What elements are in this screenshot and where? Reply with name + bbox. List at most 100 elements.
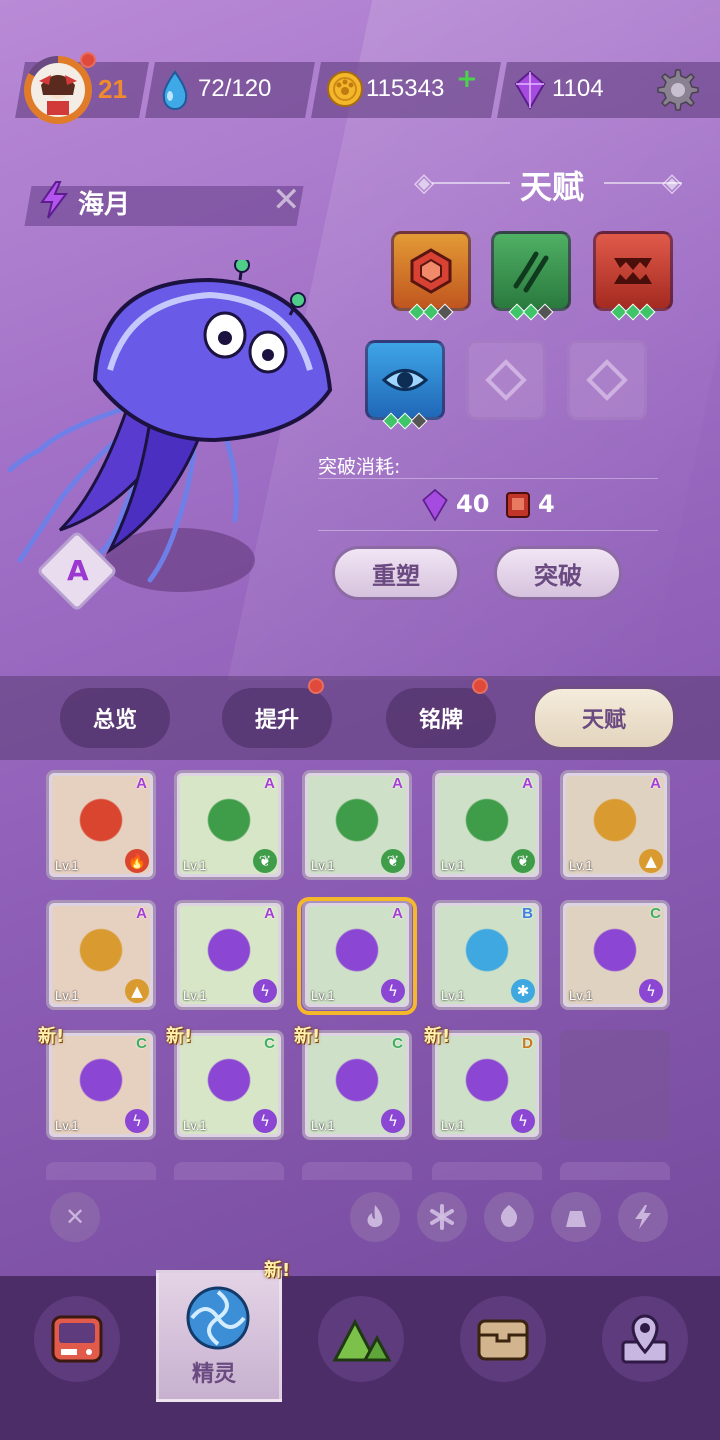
talent-slot-claw[interactable] — [491, 231, 571, 321]
monster-level: Lv.1 — [183, 1118, 207, 1133]
electric-type-icon — [40, 181, 68, 219]
gem-cost-value: 40 — [456, 490, 490, 518]
monster-grade: C — [650, 905, 661, 922]
monster-grade: D — [522, 1035, 533, 1052]
nav-map[interactable] — [602, 1296, 688, 1382]
monster-grade: A — [522, 775, 533, 792]
leaf-type-icon: ❦ — [511, 849, 535, 873]
gem-icon — [514, 70, 546, 110]
monster-card[interactable]: A Lv.1 ❦ — [174, 770, 284, 880]
console-icon — [51, 1315, 103, 1363]
rock-type-icon: ▲ — [639, 849, 663, 873]
bolt-type-icon: ϟ — [639, 979, 663, 1003]
leaf-type-icon: ❦ — [381, 849, 405, 873]
bolt-type-icon: ϟ — [381, 1109, 405, 1133]
talent-slot-empty-1[interactable] — [466, 340, 546, 420]
mountain-icon — [332, 1318, 391, 1362]
title-deco-left-icon: ◈ — [414, 168, 434, 198]
coin-icon — [327, 71, 363, 107]
nav-console[interactable] — [34, 1296, 120, 1382]
avatar-notification-dot — [80, 52, 96, 68]
monster-grade: C — [392, 1035, 403, 1052]
player-level: 21 — [98, 74, 127, 104]
monster-card[interactable]: A Lv.1 ϟ — [174, 900, 284, 1010]
avatar-portrait — [39, 75, 77, 115]
hexagon-shield-icon — [410, 248, 452, 294]
monster-level: Lv.1 — [55, 988, 79, 1003]
monster-card[interactable]: A Lv.1 🔥 — [46, 770, 156, 880]
filter-leaf-button[interactable] — [484, 1192, 534, 1242]
filter-ice-button[interactable] — [417, 1192, 467, 1242]
map-pin-icon — [621, 1314, 669, 1364]
selected-card-frame — [297, 897, 417, 1015]
filter-rock-button[interactable] — [551, 1192, 601, 1242]
bolt-type-icon: ϟ — [125, 1109, 149, 1133]
rank-letter: A — [67, 554, 89, 587]
monster-card[interactable]: A Lv.1 ▲ — [46, 900, 156, 1010]
new-tag: 新! — [424, 1026, 451, 1047]
monster-grade: C — [264, 1035, 275, 1052]
empty-monster-slot — [560, 1030, 670, 1140]
monster-card[interactable]: B Lv.1 ✱ — [432, 900, 542, 1010]
leaf-icon — [500, 1205, 518, 1227]
energy-value: 72/120 — [198, 75, 272, 102]
monster-level: Lv.1 — [441, 1118, 465, 1133]
eye-icon — [381, 369, 429, 391]
claw-slash-icon — [513, 251, 549, 293]
fire-icon — [367, 1205, 383, 1228]
new-tag: 新! — [38, 1026, 65, 1047]
monster-card[interactable]: C Lv.1 ϟ — [560, 900, 670, 1010]
talent-slot-hexagon[interactable] — [391, 231, 471, 321]
talent-slot-fang[interactable] — [593, 231, 673, 321]
energy-drop-icon — [162, 70, 188, 110]
new-tag: 新! — [294, 1026, 321, 1047]
monster-grade: A — [136, 775, 147, 792]
bolt-type-icon: ϟ — [253, 1109, 277, 1133]
add-coin-plus-icon[interactable]: + — [456, 64, 478, 94]
reshape-button[interactable]: 重塑 — [332, 546, 460, 600]
monster-level: Lv.1 — [441, 988, 465, 1003]
monster-level: Lv.1 — [441, 858, 465, 873]
nav-bag[interactable] — [460, 1296, 546, 1382]
break-cost-label: 突破消耗: — [318, 456, 401, 478]
gem-cost-icon — [422, 488, 448, 522]
filter-electric-button[interactable] — [618, 1192, 668, 1242]
close-icon[interactable]: ✕ — [272, 180, 301, 220]
spirit-swirl-icon — [186, 1286, 250, 1350]
break-button[interactable]: 突破 — [494, 546, 622, 600]
lightning-icon — [635, 1205, 651, 1229]
monster-level: Lv.1 — [55, 1118, 79, 1133]
monster-grade: A — [650, 775, 661, 792]
monster-grade: A — [264, 905, 275, 922]
gem-value: 1104 — [552, 75, 604, 102]
monster-card[interactable]: A Lv.1 ▲ — [560, 770, 670, 880]
talent-slot-empty-2[interactable] — [567, 340, 647, 420]
monster-card[interactable]: A Lv.1 ❦ — [432, 770, 542, 880]
monster-grade: A — [264, 775, 275, 792]
player-avatar[interactable] — [24, 56, 92, 124]
monster-grade: B — [522, 905, 533, 922]
tab-nameplate-badge — [472, 678, 488, 694]
tab-upgrade[interactable]: 提升 — [222, 688, 332, 748]
leaf-type-icon: ❦ — [253, 849, 277, 873]
monster-card[interactable]: A Lv.1 ❦ — [302, 770, 412, 880]
monster-level: Lv.1 — [183, 988, 207, 1003]
fire-type-icon: 🔥 — [125, 849, 149, 873]
tab-overview[interactable]: 总览 — [60, 688, 170, 748]
talent-slot-eye[interactable] — [365, 340, 445, 430]
tab-talent[interactable]: 天赋 — [532, 686, 676, 750]
settings-gear-icon[interactable] — [656, 68, 700, 112]
monster-level: Lv.1 — [55, 858, 79, 873]
monster-level: Lv.1 — [311, 858, 335, 873]
tab-nameplate[interactable]: 铭牌 — [386, 688, 496, 748]
bolt-type-icon: ϟ — [511, 1109, 535, 1133]
clear-filter-button[interactable]: ✕ — [50, 1192, 100, 1242]
monster-level: Lv.1 — [311, 1118, 335, 1133]
nav-explore[interactable] — [318, 1296, 404, 1382]
monster-grade: C — [136, 1035, 147, 1052]
ice-type-icon: ✱ — [511, 979, 535, 1003]
close-icon: ✕ — [64, 1203, 86, 1231]
filter-fire-button[interactable] — [350, 1192, 400, 1242]
monster-level: Lv.1 — [183, 858, 207, 873]
book-cost-icon — [506, 492, 530, 518]
